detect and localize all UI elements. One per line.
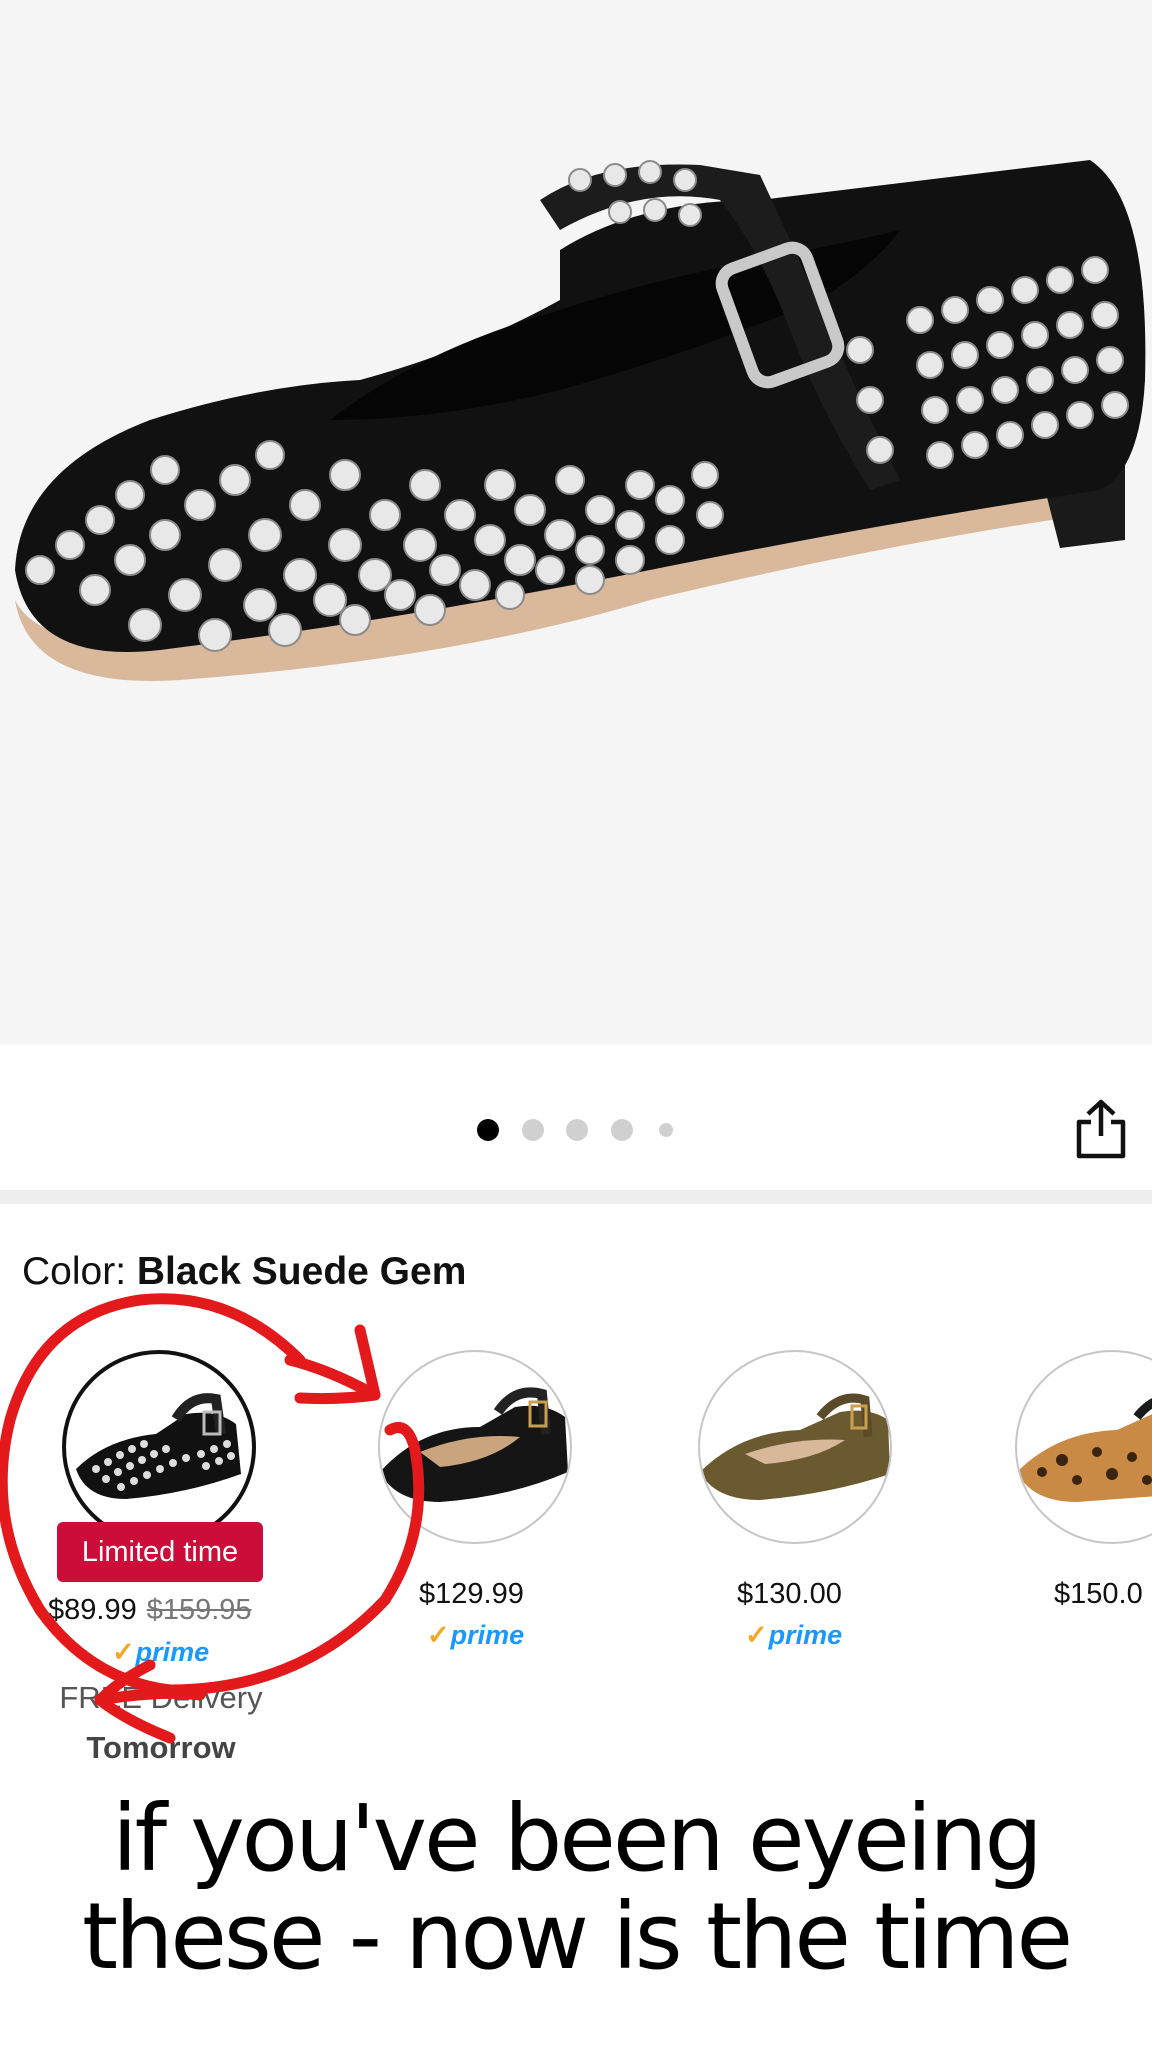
variant-price-4: $150.0 — [1054, 1578, 1143, 1610]
page-dot-5[interactable] — [659, 1123, 673, 1137]
page-dot-4[interactable] — [611, 1119, 633, 1141]
page-dot-2[interactable] — [522, 1119, 544, 1141]
prime-check-icon: ✓ — [745, 1620, 768, 1650]
leopard-shoe-thumbnail — [1017, 1398, 1152, 1502]
color-swatch-leopard[interactable] — [1015, 1350, 1152, 1544]
caption-overlay: if you've been eyeing these - now is the… — [0, 1790, 1152, 1986]
share-icon[interactable] — [1073, 1098, 1129, 1160]
page-dot-3[interactable] — [566, 1119, 588, 1141]
red-circle-arrow-annotation — [0, 1293, 425, 1744]
section-divider — [0, 1190, 1152, 1204]
color-swatch-olive-velvet[interactable] — [698, 1350, 892, 1544]
caption-line-1: if you've been eyeing — [112, 1785, 1043, 1892]
caption-line-2: these - now is the time — [81, 1883, 1073, 1990]
product-image[interactable] — [0, 0, 1152, 1045]
page-dot-1[interactable] — [477, 1119, 499, 1141]
prime-badge-3: ✓prime — [745, 1620, 843, 1650]
olive-velvet-shoe-thumbnail — [700, 1393, 890, 1500]
variant-price-3: $130.00 — [737, 1578, 842, 1610]
image-pagination[interactable] — [0, 1118, 1152, 1142]
studded-mary-jane-shoe-illustration — [15, 160, 1146, 681]
